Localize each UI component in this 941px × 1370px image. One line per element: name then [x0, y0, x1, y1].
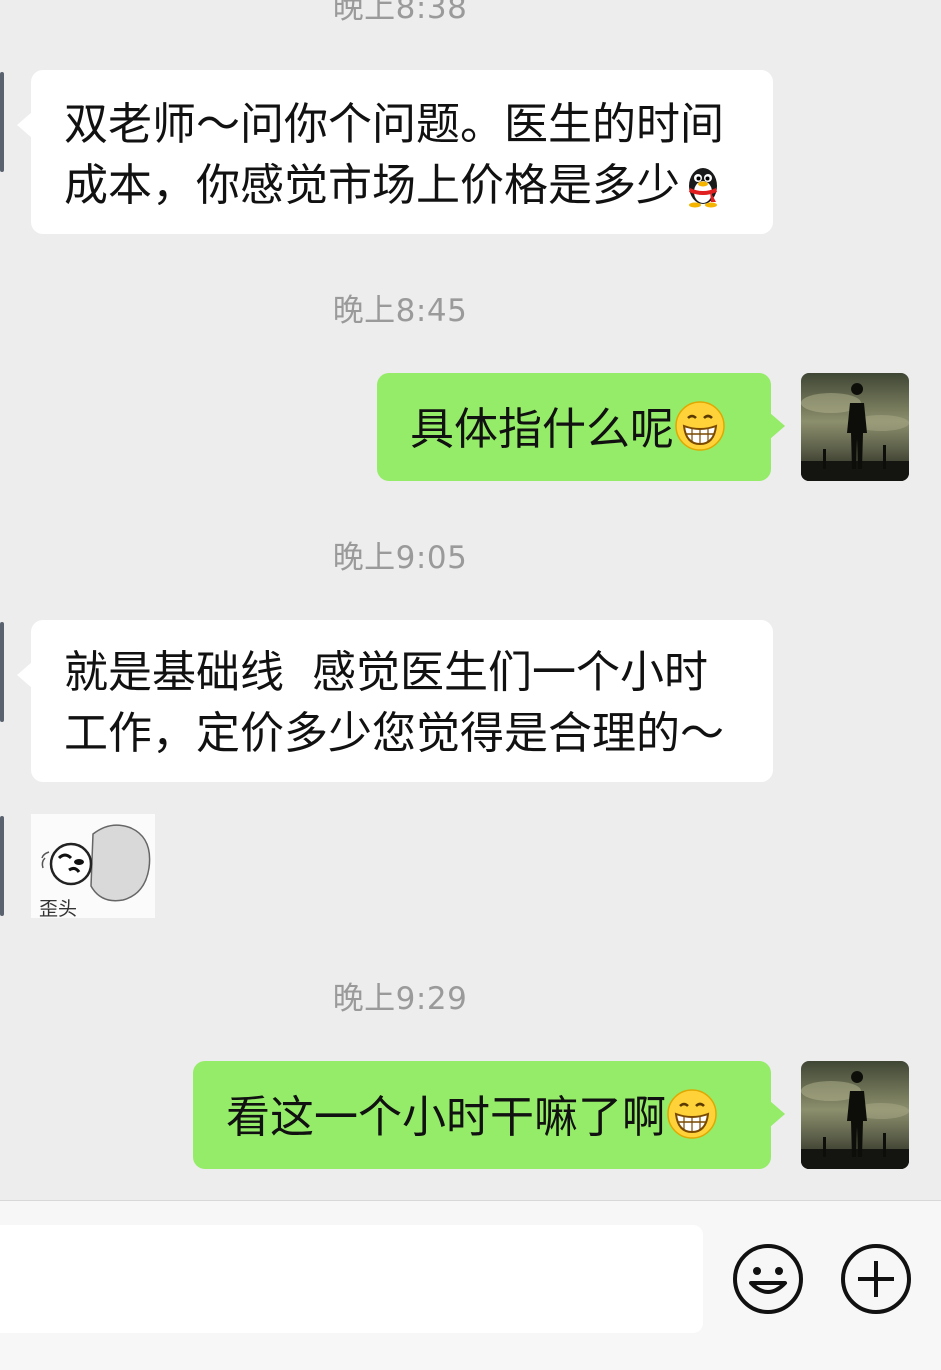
sender-avatar-partial[interactable]: [0, 816, 4, 916]
more-button[interactable]: [840, 1243, 912, 1315]
sender-avatar-partial[interactable]: [0, 72, 4, 172]
message-line: 就是基础线 感觉医生们一个小时: [64, 647, 708, 698]
sender-avatar-partial[interactable]: [0, 622, 4, 722]
qq-penguin-emoji: [680, 162, 726, 224]
grin-emoji: [674, 400, 726, 465]
sticker-caption: 歪头: [39, 898, 78, 918]
timestamp: 晚上8:38: [332, 0, 468, 26]
message-line: 成本，你感觉市场上价格是多少: [64, 160, 680, 211]
outgoing-message-bubble[interactable]: 看这一个小时干嘛了啊: [193, 1061, 785, 1169]
message-input[interactable]: [0, 1225, 703, 1333]
tilted-head-penguin-sticker[interactable]: 歪头: [31, 814, 155, 918]
message-line: 双老师～问你个问题。医生的时间: [64, 99, 724, 150]
timestamp: 晚上8:45: [332, 293, 468, 329]
user-avatar[interactable]: [801, 373, 909, 481]
plus-circle-icon: [841, 1244, 911, 1314]
message-line: 工作，定价多少您觉得是合理的～: [64, 708, 724, 759]
incoming-message-bubble[interactable]: 就是基础线 感觉医生们一个小时 工作，定价多少您觉得是合理的～: [17, 620, 773, 782]
smiley-icon: [733, 1244, 803, 1314]
grin-emoji: [666, 1088, 718, 1153]
outgoing-message-bubble[interactable]: 具体指什么呢: [377, 373, 785, 481]
timestamp: 晚上9:05: [332, 540, 468, 576]
message-text: 看这一个小时干嘛了啊: [226, 1092, 666, 1143]
emoji-button[interactable]: [732, 1243, 804, 1315]
timestamp: 晚上9:29: [332, 981, 468, 1017]
incoming-message-bubble[interactable]: 双老师～问你个问题。医生的时间 成本，你感觉市场上价格是多少: [17, 70, 773, 234]
user-avatar[interactable]: [801, 1061, 909, 1169]
message-text: 具体指什么呢: [410, 404, 674, 455]
chat-input-bar: [0, 1200, 941, 1370]
